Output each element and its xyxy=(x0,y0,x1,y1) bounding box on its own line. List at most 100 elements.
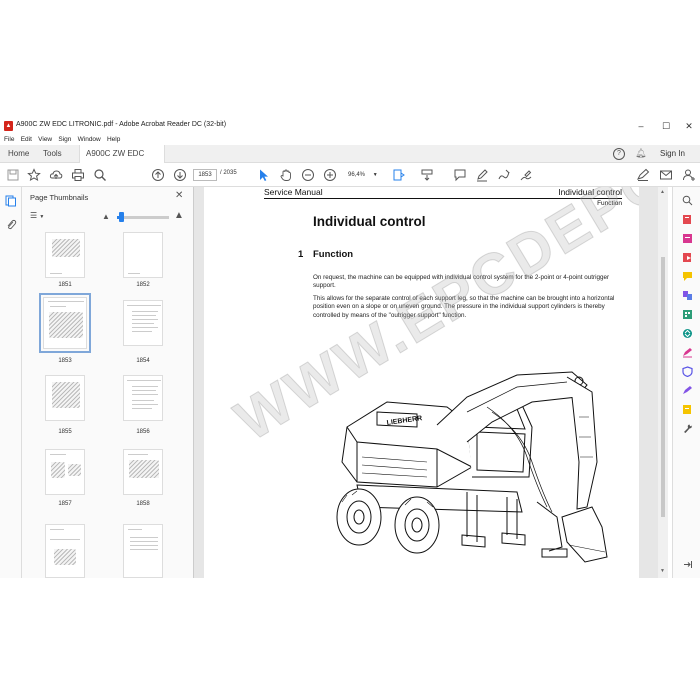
tab-home[interactable]: Home xyxy=(2,145,35,163)
thumbnail-page-1854[interactable] xyxy=(123,300,163,346)
collapse-tools-pane-icon[interactable] xyxy=(682,559,693,570)
maximize-button[interactable]: ☐ xyxy=(655,119,677,133)
thumbnail-page-1851[interactable] xyxy=(45,232,85,278)
close-window-button[interactable]: ✕ xyxy=(678,119,700,133)
panel-title: Page Thumbnails xyxy=(30,193,89,202)
export-pdf-icon[interactable] xyxy=(682,252,693,263)
menu-view[interactable]: View xyxy=(38,134,52,145)
menu-help[interactable]: Help xyxy=(107,134,120,145)
shrink-thumbnails-icon[interactable]: ▲ xyxy=(102,212,110,221)
tab-document[interactable]: A900C ZW EDC LIT... ✕ xyxy=(79,145,165,176)
document-title: Individual control xyxy=(313,214,426,229)
wheeled-excavator-drawing: LIEBHERR xyxy=(336,371,608,563)
compress-pdf-icon[interactable] xyxy=(682,328,693,339)
comment-tool-icon[interactable] xyxy=(682,271,693,282)
notification-bell-icon[interactable]: 🔔︎ xyxy=(635,148,646,159)
menu-bar: File Edit View Sign Window Help xyxy=(0,134,700,145)
thumbnail-label: 1851 xyxy=(58,282,72,288)
comment-icon[interactable] xyxy=(453,168,467,182)
organize-pages-icon[interactable] xyxy=(682,309,693,320)
scroll-down-icon[interactable]: ▼ xyxy=(660,568,665,574)
edit-pdf-icon[interactable] xyxy=(682,233,693,244)
page-header-left: Service Manual xyxy=(264,187,323,197)
thumbnail-label: 1853 xyxy=(58,358,72,364)
send-for-comments-icon[interactable] xyxy=(682,404,693,415)
zoom-level-value: 96,4% xyxy=(348,172,366,178)
close-panel-icon[interactable]: ✕ xyxy=(175,190,183,201)
hand-tool-icon[interactable] xyxy=(279,168,293,182)
scroll-up-icon[interactable]: ▲ xyxy=(660,189,665,195)
print-icon[interactable] xyxy=(71,168,85,182)
search-icon[interactable] xyxy=(93,168,107,182)
fill-and-sign-icon[interactable] xyxy=(636,168,650,182)
tab-bar: Home Tools A900C ZW EDC LIT... ✕ ? 🔔︎ Si… xyxy=(0,145,700,176)
right-tools-rail xyxy=(672,187,700,578)
title-bar: ▲ A900C ZW EDC LITRONIC.pdf - Adobe Acro… xyxy=(0,118,700,134)
thumbnail-label: 1856 xyxy=(136,429,150,435)
thumbnail-size-handle[interactable] xyxy=(119,212,124,222)
thumbnail-label: 1855 xyxy=(58,429,72,435)
upload-cloud-icon[interactable] xyxy=(49,168,63,182)
protect-shield-icon[interactable] xyxy=(682,366,693,378)
document-viewport: Service Manual Individual control Functi… xyxy=(194,187,668,578)
thumbnail-page-1857[interactable] xyxy=(45,449,85,495)
menu-edit[interactable]: Edit xyxy=(21,134,32,145)
zoom-in-icon[interactable] xyxy=(323,168,337,182)
next-page-icon[interactable] xyxy=(173,168,187,182)
attachment-paperclip-icon[interactable] xyxy=(5,219,17,231)
highlight-pen-icon[interactable] xyxy=(475,168,489,182)
request-signature-icon[interactable] xyxy=(682,385,693,396)
menu-sign[interactable]: Sign xyxy=(58,134,71,145)
email-icon[interactable] xyxy=(659,168,673,182)
draw-freehand-icon[interactable] xyxy=(497,168,511,182)
options-list-icon: ☰ xyxy=(30,211,38,220)
page-fit-icon[interactable] xyxy=(392,168,406,182)
thumbnail-size-slider[interactable] xyxy=(117,216,169,219)
sign-in-button[interactable]: Sign In xyxy=(660,149,685,158)
thumbnail-options-menu[interactable]: ☰ ▼ xyxy=(30,211,44,220)
page-number-input[interactable]: 1853 xyxy=(193,169,217,181)
stamp-sign-icon[interactable] xyxy=(519,168,533,182)
minimize-button[interactable]: – xyxy=(630,119,652,133)
page-thumbnails-panel: Page Thumbnails ✕ ☰ ▼ ▲ ▲ 1851 1852 1853 xyxy=(22,187,210,578)
menu-file[interactable]: File xyxy=(4,134,14,145)
thumbnail-label: 1857 xyxy=(58,501,72,507)
thumbnail-page-1856[interactable] xyxy=(123,375,163,421)
help-icon[interactable]: ? xyxy=(613,148,625,160)
menu-window[interactable]: Window xyxy=(78,134,101,145)
enhance-scan-icon[interactable] xyxy=(682,195,693,206)
page-total-label: / 2035 xyxy=(220,170,237,176)
window-title: A900C ZW EDC LITRONIC.pdf - Adobe Acroba… xyxy=(16,121,227,128)
thumbnail-page-1858[interactable] xyxy=(123,449,163,495)
previous-page-icon[interactable] xyxy=(151,168,165,182)
create-pdf-icon[interactable] xyxy=(682,214,693,225)
acrobat-window: ▲ A900C ZW EDC LITRONIC.pdf - Adobe Acro… xyxy=(0,118,700,578)
thumbnail-page-1855[interactable] xyxy=(45,375,85,421)
fill-sign-tool-icon[interactable] xyxy=(682,347,693,358)
section-number: 1 xyxy=(298,249,304,260)
left-nav-rail xyxy=(0,187,22,578)
document-scrollbar[interactable]: ▲ ▼ xyxy=(658,187,668,578)
section-title: Function xyxy=(313,249,354,260)
chevron-down-icon: ▼ xyxy=(39,214,45,220)
bookmark-star-icon[interactable] xyxy=(27,168,41,182)
thumbnail-page-next[interactable] xyxy=(45,524,85,578)
more-tools-wrench-icon[interactable] xyxy=(682,423,693,434)
tab-tools[interactable]: Tools xyxy=(37,145,68,163)
select-cursor-icon[interactable] xyxy=(257,168,271,182)
page-thumbnails-icon[interactable] xyxy=(5,195,17,207)
thumbnail-page-1852[interactable] xyxy=(123,232,163,278)
combine-files-icon[interactable] xyxy=(682,290,693,301)
chevron-down-icon: ▼ xyxy=(372,172,378,178)
zoom-level-select[interactable]: 96,4% ▼ xyxy=(345,169,381,181)
thumbnail-label: 1854 xyxy=(136,358,150,364)
thumbnail-page-next[interactable] xyxy=(123,524,163,578)
thumbnail-page-1853[interactable] xyxy=(39,293,91,353)
scrolling-mode-icon[interactable] xyxy=(420,168,434,182)
add-user-icon[interactable] xyxy=(682,168,696,182)
scroll-thumb[interactable] xyxy=(661,257,665,517)
zoom-out-icon[interactable] xyxy=(301,168,315,182)
enlarge-thumbnails-icon[interactable]: ▲ xyxy=(174,210,184,221)
save-icon[interactable] xyxy=(6,168,20,182)
thumbnail-label: 1858 xyxy=(136,501,150,507)
